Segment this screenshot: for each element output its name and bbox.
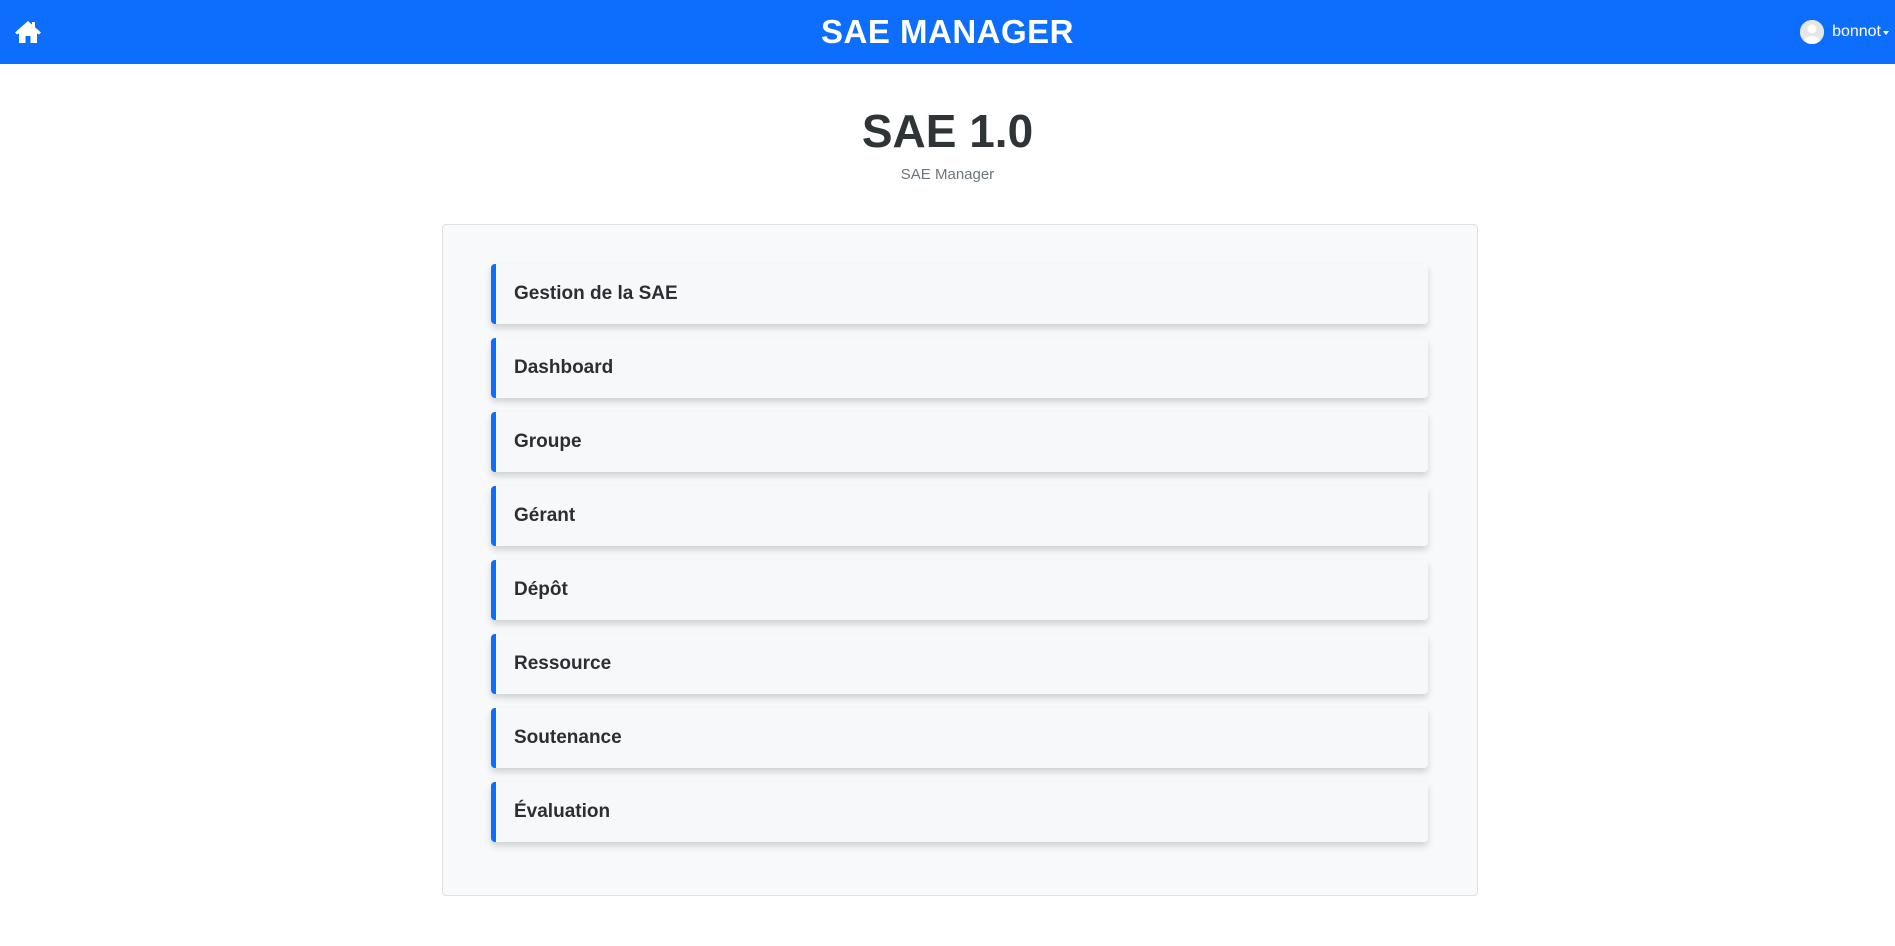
top-navbar: SAE MANAGER bonnot [0, 0, 1895, 64]
menu-item-label: Gérant [514, 505, 576, 526]
menu-item-label: Soutenance [514, 727, 622, 748]
menu-item-label: Gestion de la SAE [514, 283, 678, 304]
menu-item-evaluation[interactable]: Évaluation [491, 782, 1428, 842]
menu-item-label: Évaluation [514, 801, 611, 822]
menu-item-ressource[interactable]: Ressource [491, 634, 1428, 694]
page-title: SAE 1.0 [861, 105, 1034, 157]
menu-item-gestion-de-la-sae[interactable]: Gestion de la SAE [491, 264, 1428, 324]
menu-panel: Gestion de la SAE Dashboard Groupe Géran… [442, 224, 1478, 896]
menu-item-label: Ressource [514, 653, 612, 674]
user-menu-dropdown[interactable]: bonnot [1800, 19, 1889, 45]
menu-item-label: Dépôt [514, 579, 568, 600]
page-subtitle: SAE Manager [900, 166, 995, 183]
menu-item-gerant[interactable]: Gérant [491, 486, 1428, 546]
chevron-down-icon [1883, 30, 1889, 35]
menu-item-dashboard[interactable]: Dashboard [491, 338, 1428, 398]
menu-item-soutenance[interactable]: Soutenance [491, 708, 1428, 768]
menu-list: Gestion de la SAE Dashboard Groupe Géran… [491, 264, 1428, 856]
user-avatar-icon [1800, 20, 1825, 44]
app-brand: SAE MANAGER [820, 13, 1075, 50]
menu-item-label: Dashboard [514, 357, 614, 378]
home-button[interactable] [14, 19, 42, 45]
home-icon [14, 19, 42, 45]
menu-item-label: Groupe [514, 431, 582, 452]
menu-item-groupe[interactable]: Groupe [491, 412, 1428, 472]
menu-item-depot[interactable]: Dépôt [491, 560, 1428, 620]
username-label: bonnot [1832, 23, 1881, 40]
